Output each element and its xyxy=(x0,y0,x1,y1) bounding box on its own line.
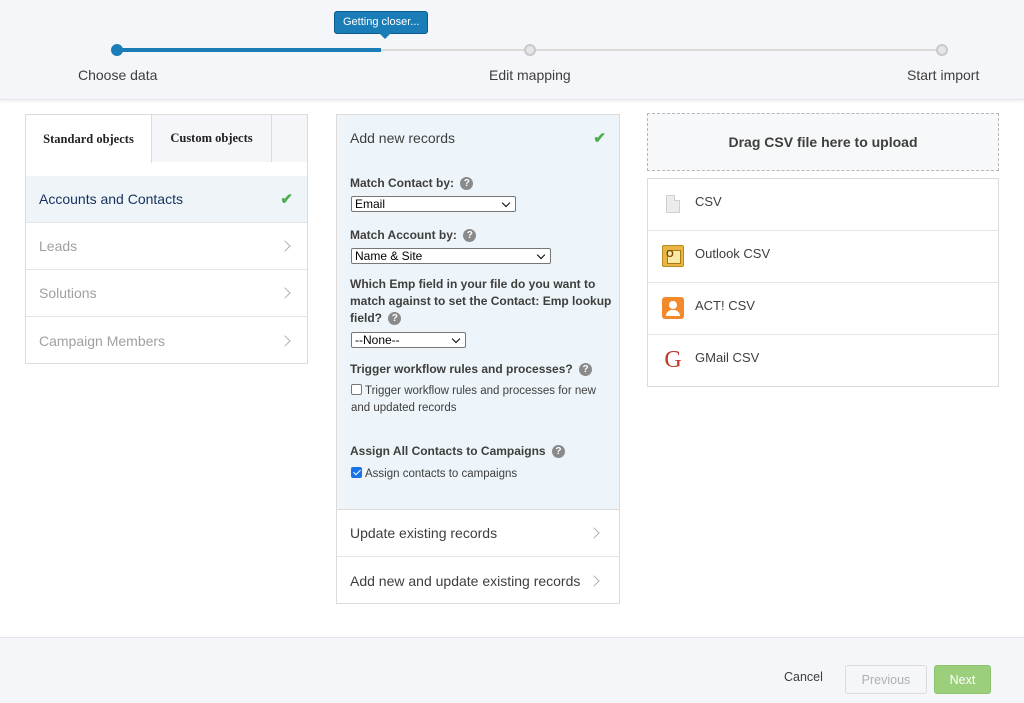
object-type-panel: Standard objects Custom objects Accounts… xyxy=(25,114,308,364)
file-source-list: CSV Outlook CSV ACT! CSV G GMail CSV xyxy=(647,178,999,387)
option-add-new-label: Add new records xyxy=(350,130,456,146)
option-add-and-update-label: Add new and update existing records xyxy=(350,572,581,589)
object-item-label: Leads xyxy=(39,238,78,254)
source-label: Outlook CSV xyxy=(695,246,771,261)
match-contact-label-text: Match Contact by: xyxy=(350,176,455,190)
chevron-right-icon xyxy=(279,287,291,299)
option-add-new-header[interactable]: Add new records ✔ xyxy=(337,115,619,161)
match-account-label: Match Account by: ? xyxy=(350,227,477,244)
progress-tooltip-text: Getting closer... xyxy=(343,16,420,28)
assign-campaigns-checkbox-row[interactable]: Assign contacts to campaigns xyxy=(351,466,517,483)
step-dot-start-import xyxy=(936,44,948,56)
option-add-new-records: Add new records ✔ Match Contact by: ? Em… xyxy=(337,115,619,510)
trigger-workflow-label: Trigger workflow rules and processes? ? xyxy=(350,361,593,378)
chevron-right-icon xyxy=(588,527,600,539)
match-account-label-text: Match Account by: xyxy=(350,228,457,242)
object-tabs: Standard objects Custom objects xyxy=(26,115,307,163)
object-item-solutions[interactable]: Solutions xyxy=(26,270,307,317)
wizard-footer: Cancel Previous Next xyxy=(0,637,1024,703)
checkmark-icon: ✔ xyxy=(593,130,606,147)
tab-filler xyxy=(272,115,307,162)
step-label-edit-mapping: Edit mapping xyxy=(489,67,571,83)
csv-drop-zone[interactable]: Drag CSV file here to upload xyxy=(647,113,999,171)
progress-tooltip: Getting closer... xyxy=(334,11,429,39)
option-update-existing-label: Update existing records xyxy=(350,525,498,541)
tooltip-arrow xyxy=(379,33,391,39)
source-label: CSV xyxy=(695,194,722,209)
step-dot-choose-data xyxy=(111,44,123,56)
help-icon[interactable]: ? xyxy=(551,445,565,458)
cancel-button[interactable]: Cancel xyxy=(774,666,833,688)
source-item-act-csv[interactable]: ACT! CSV xyxy=(648,283,998,335)
source-item-csv[interactable]: CSV xyxy=(648,179,998,231)
step-label-choose-data: Choose data xyxy=(78,67,158,83)
emp-field-select[interactable]: --None-- xyxy=(351,332,466,348)
assign-campaigns-label-text: Assign All Contacts to Campaigns xyxy=(350,444,546,458)
progress-fill xyxy=(117,48,382,52)
trigger-workflow-checkbox[interactable] xyxy=(351,384,362,395)
gmail-icon: G xyxy=(664,347,682,373)
trigger-workflow-checkbox-label: Trigger workflow rules and processes for… xyxy=(351,385,596,414)
assign-campaigns-label: Assign All Contacts to Campaigns ? xyxy=(350,443,565,460)
object-item-leads[interactable]: Leads xyxy=(26,223,307,270)
object-item-label: Accounts and Contacts xyxy=(39,191,183,207)
source-label: GMail CSV xyxy=(695,350,760,365)
assign-campaigns-checkbox[interactable] xyxy=(351,467,362,478)
match-contact-label: Match Contact by: ? xyxy=(350,175,474,192)
chevron-right-icon xyxy=(279,334,291,347)
match-contact-select[interactable]: Email xyxy=(351,196,516,212)
chevron-right-icon xyxy=(588,574,600,587)
outlook-icon xyxy=(662,245,684,267)
tab-custom-objects[interactable]: Custom objects xyxy=(152,115,272,162)
help-icon[interactable]: ? xyxy=(460,177,474,190)
assign-campaigns-checkbox-label: Assign contacts to campaigns xyxy=(365,468,518,480)
chevron-down-icon xyxy=(501,198,511,207)
tab-standard-objects[interactable]: Standard objects xyxy=(26,115,152,163)
next-button[interactable]: Next xyxy=(934,665,991,694)
option-update-existing[interactable]: Update existing records xyxy=(337,510,619,557)
object-item-campaign-members[interactable]: Campaign Members xyxy=(26,317,307,364)
source-item-gmail-csv[interactable]: G GMail CSV xyxy=(648,335,998,387)
emp-field-value: --None-- xyxy=(355,333,400,347)
act-icon xyxy=(662,297,684,319)
trigger-workflow-label-text: Trigger workflow rules and processes? xyxy=(350,362,573,376)
object-item-label: Solutions xyxy=(39,285,97,301)
trigger-workflow-checkbox-row[interactable]: Trigger workflow rules and processes for… xyxy=(351,383,609,417)
checkmark-icon: ✔ xyxy=(280,191,293,208)
progress-header: Choose data Edit mapping Start import Ge… xyxy=(0,0,1024,100)
emp-field-label: Which Emp field in your file do you want… xyxy=(350,276,612,327)
match-account-value: Name & Site xyxy=(355,249,423,263)
help-icon[interactable]: ? xyxy=(579,363,593,376)
step-label-start-import: Start import xyxy=(907,67,980,83)
match-contact-value: Email xyxy=(355,197,386,211)
match-account-select[interactable]: Name & Site xyxy=(351,248,551,264)
import-options-panel: Add new records ✔ Match Contact by: ? Em… xyxy=(336,114,620,604)
source-item-outlook-csv[interactable]: Outlook CSV xyxy=(648,231,998,283)
help-icon[interactable]: ? xyxy=(463,229,477,242)
help-icon[interactable]: ? xyxy=(388,312,402,325)
option-add-and-update[interactable]: Add new and update existing records xyxy=(337,557,619,604)
object-item-label: Campaign Members xyxy=(39,332,166,349)
chevron-down-icon xyxy=(451,334,461,343)
chevron-down-icon xyxy=(536,250,546,259)
source-label: ACT! CSV xyxy=(695,298,755,313)
document-icon xyxy=(662,193,684,215)
object-item-accounts-contacts[interactable]: Accounts and Contacts ✔ xyxy=(26,176,307,223)
step-dot-edit-mapping xyxy=(524,44,536,56)
previous-button[interactable]: Previous xyxy=(845,665,927,694)
chevron-right-icon xyxy=(279,240,291,252)
